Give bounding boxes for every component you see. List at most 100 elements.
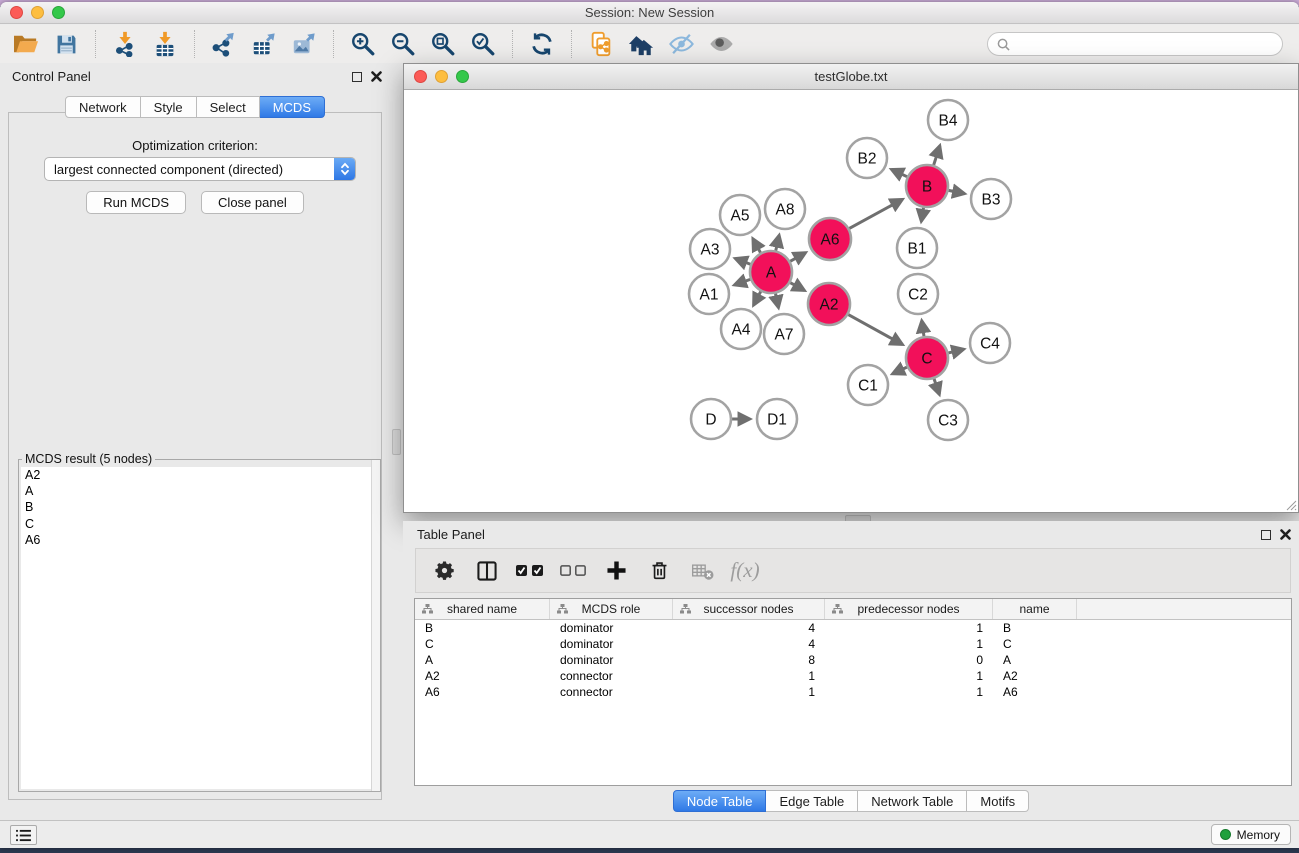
graph-node-A7[interactable]: A7 (764, 314, 804, 354)
graph-node-D[interactable]: D (691, 399, 731, 439)
network-maximize-button[interactable] (456, 70, 469, 83)
table-cell[interactable]: connector (550, 685, 673, 699)
table-cell[interactable]: A (415, 653, 550, 667)
edge-A2-C[interactable] (848, 315, 902, 345)
table-cell[interactable]: 0 (825, 653, 993, 667)
table-cell[interactable]: A6 (993, 685, 1077, 699)
graph-node-B4[interactable]: B4 (928, 100, 968, 140)
select-all-icon[interactable] (512, 554, 548, 588)
show-all-icon[interactable] (701, 28, 741, 60)
edge-A-A4[interactable] (754, 291, 761, 305)
table-cell[interactable]: 1 (825, 685, 993, 699)
column-header-shared-name[interactable]: shared name (415, 599, 550, 619)
result-scrollbar[interactable] (371, 460, 380, 791)
first-neighbors-icon[interactable] (621, 28, 661, 60)
table-cell[interactable]: A2 (415, 669, 550, 683)
table-cell[interactable]: connector (550, 669, 673, 683)
graph-node-C[interactable]: C (906, 337, 948, 379)
table-row[interactable]: Bdominator41B (415, 620, 1291, 636)
table-row[interactable]: Adominator80A (415, 652, 1291, 668)
edge-B-B2[interactable] (891, 169, 907, 176)
graph-node-A3[interactable]: A3 (690, 229, 730, 269)
network-window-titlebar[interactable]: testGlobe.txt (404, 64, 1298, 90)
network-canvas[interactable]: B4B2BB3A8A5A6B1A3AA1C2A2A4A7C4CC1C3DD1 (404, 90, 1298, 512)
column-header-successor-nodes[interactable]: successor nodes (673, 599, 825, 619)
edge-A-A8[interactable] (776, 235, 779, 250)
table-cell[interactable]: C (415, 637, 550, 651)
graph-node-D1[interactable]: D1 (757, 399, 797, 439)
tab-node-table[interactable]: Node Table (673, 790, 767, 812)
table-cell[interactable]: dominator (550, 621, 673, 635)
add-entry-icon[interactable] (598, 554, 634, 588)
edge-A-A2[interactable] (790, 283, 804, 291)
graph-node-A4[interactable]: A4 (721, 309, 761, 349)
table-cell[interactable]: 1 (825, 669, 993, 683)
zoom-out-icon[interactable] (383, 28, 423, 60)
zoom-selected-icon[interactable] (463, 28, 503, 60)
minimize-window-button[interactable] (31, 6, 44, 19)
edge-A-A5[interactable] (753, 239, 761, 253)
save-session-icon[interactable] (46, 28, 86, 60)
table-cell[interactable]: 4 (673, 637, 825, 651)
table-cell[interactable]: B (993, 621, 1077, 635)
table-cell[interactable]: 4 (673, 621, 825, 635)
graph-node-A5[interactable]: A5 (720, 195, 760, 235)
mcds-result-item[interactable]: A (21, 483, 378, 499)
tab-mcds[interactable]: MCDS (260, 96, 325, 118)
column-header-MCDS-role[interactable]: MCDS role (550, 599, 673, 619)
criterion-select[interactable]: largest connected component (directed) (44, 157, 356, 181)
network-close-button[interactable] (414, 70, 427, 83)
tab-select[interactable]: Select (197, 96, 260, 118)
edge-C-C1[interactable] (893, 367, 907, 374)
tab-style[interactable]: Style (141, 96, 197, 118)
search-input[interactable] (1016, 37, 1273, 51)
graph-node-B1[interactable]: B1 (897, 228, 937, 268)
graph-node-B3[interactable]: B3 (971, 179, 1011, 219)
edge-A-A6[interactable] (790, 253, 805, 262)
mcds-result-item[interactable]: B (21, 499, 378, 515)
table-cell[interactable]: 1 (825, 637, 993, 651)
run-mcds-button[interactable]: Run MCDS (86, 191, 186, 214)
export-table-icon[interactable] (244, 28, 284, 60)
show-columns-icon[interactable] (469, 554, 505, 588)
import-network-icon[interactable] (105, 28, 145, 60)
close-panel-button[interactable]: Close panel (201, 191, 304, 214)
close-window-button[interactable] (10, 6, 23, 19)
export-image-icon[interactable] (284, 28, 324, 60)
table-row[interactable]: A6connector11A6 (415, 684, 1291, 700)
edge-C-C4[interactable] (948, 349, 963, 353)
edge-A-A1[interactable] (734, 279, 750, 285)
close-table-panel-icon[interactable] (1280, 529, 1291, 540)
refresh-view-icon[interactable] (522, 28, 562, 60)
float-panel-icon[interactable] (352, 72, 362, 82)
column-header-name[interactable]: name (993, 599, 1077, 619)
mcds-result-item[interactable]: C (21, 516, 378, 532)
table-cell[interactable]: A (993, 653, 1077, 667)
graph-node-C2[interactable]: C2 (898, 274, 938, 314)
graph-node-A8[interactable]: A8 (765, 189, 805, 229)
graph-node-B[interactable]: B (906, 165, 948, 207)
import-table-icon[interactable] (145, 28, 185, 60)
tab-network-table[interactable]: Network Table (858, 790, 967, 812)
edge-C-C2[interactable] (922, 321, 924, 336)
graph-node-A6[interactable]: A6 (809, 218, 851, 260)
table-row[interactable]: Cdominator41C (415, 636, 1291, 652)
resize-grip-icon[interactable] (1284, 498, 1297, 511)
function-builder-icon[interactable]: f(x) (727, 554, 763, 588)
tab-edge-table[interactable]: Edge Table (766, 790, 858, 812)
mcds-result-item[interactable]: A6 (21, 532, 378, 548)
mcds-result-item[interactable]: A2 (21, 467, 378, 483)
table-cell[interactable]: A6 (415, 685, 550, 699)
float-table-panel-icon[interactable] (1261, 530, 1271, 540)
table-cell[interactable]: dominator (550, 653, 673, 667)
edge-B-B3[interactable] (949, 190, 965, 193)
table-cell[interactable]: 1 (825, 621, 993, 635)
delete-table-icon[interactable] (684, 554, 720, 588)
vertical-split-handle[interactable] (392, 429, 401, 455)
table-settings-icon[interactable] (426, 554, 462, 588)
table-cell[interactable]: dominator (550, 637, 673, 651)
table-cell[interactable]: C (993, 637, 1077, 651)
graph-node-A2[interactable]: A2 (808, 283, 850, 325)
edge-A6-B[interactable] (849, 199, 902, 228)
table-cell[interactable]: 1 (673, 685, 825, 699)
